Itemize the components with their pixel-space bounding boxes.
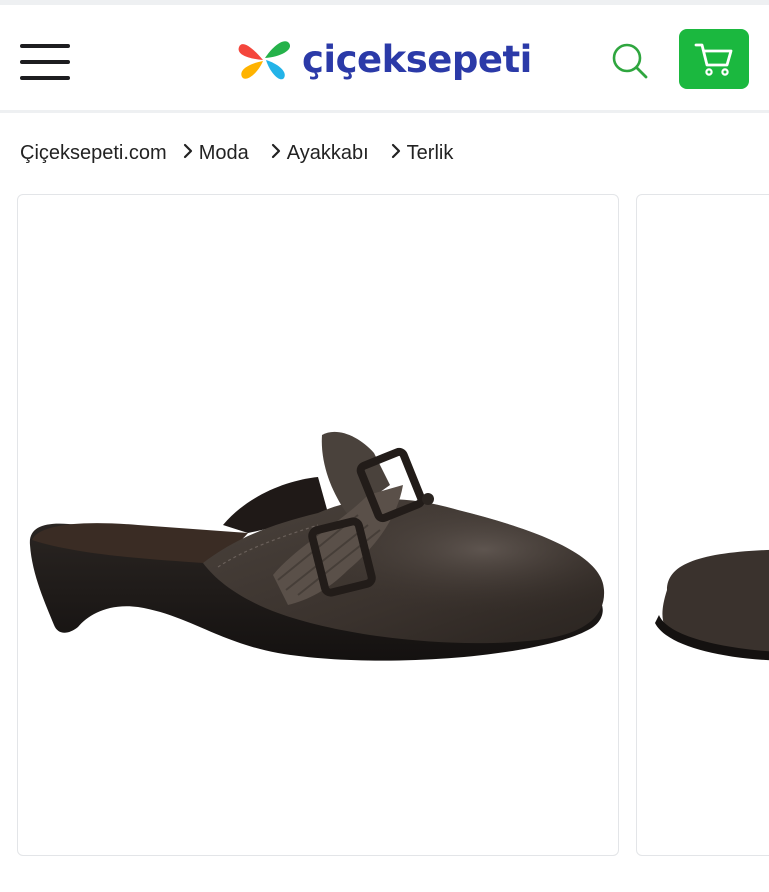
breadcrumb-item-home[interactable]: Çiçeksepeti.com [20, 142, 167, 165]
chevron-right-icon [391, 142, 401, 165]
product-image-next [655, 549, 769, 661]
search-icon[interactable] [608, 40, 650, 82]
breadcrumb-label: Terlik [406, 141, 454, 164]
breadcrumb-label: Ayakkabı [286, 141, 369, 164]
breadcrumb-item-ayakkabi[interactable]: Ayakkabı [287, 142, 369, 165]
cart-button[interactable] [679, 29, 749, 89]
flower-logo-icon [238, 41, 291, 80]
breadcrumb-label: Çiçeksepeti.com [20, 141, 167, 164]
product-image [29, 431, 605, 661]
chevron-right-icon [183, 142, 193, 165]
site-header: çiçeksepeti [0, 5, 769, 113]
product-image-card[interactable] [17, 194, 619, 856]
breadcrumb-item-moda[interactable]: Moda [199, 142, 249, 165]
hamburger-menu-icon[interactable] [20, 42, 70, 82]
brand-name: çiçeksepeti [302, 37, 532, 81]
breadcrumb: Çiçeksepeti.com Moda Ayakkabı Terlik [20, 140, 453, 166]
brand-logo[interactable]: çiçeksepeti [236, 31, 532, 87]
chevron-right-icon [271, 142, 281, 165]
product-image-card-next[interactable] [636, 194, 769, 856]
breadcrumb-item-terlik[interactable]: Terlik [407, 142, 454, 165]
shopping-cart-icon [694, 43, 733, 76]
breadcrumb-label: Moda [198, 141, 249, 164]
